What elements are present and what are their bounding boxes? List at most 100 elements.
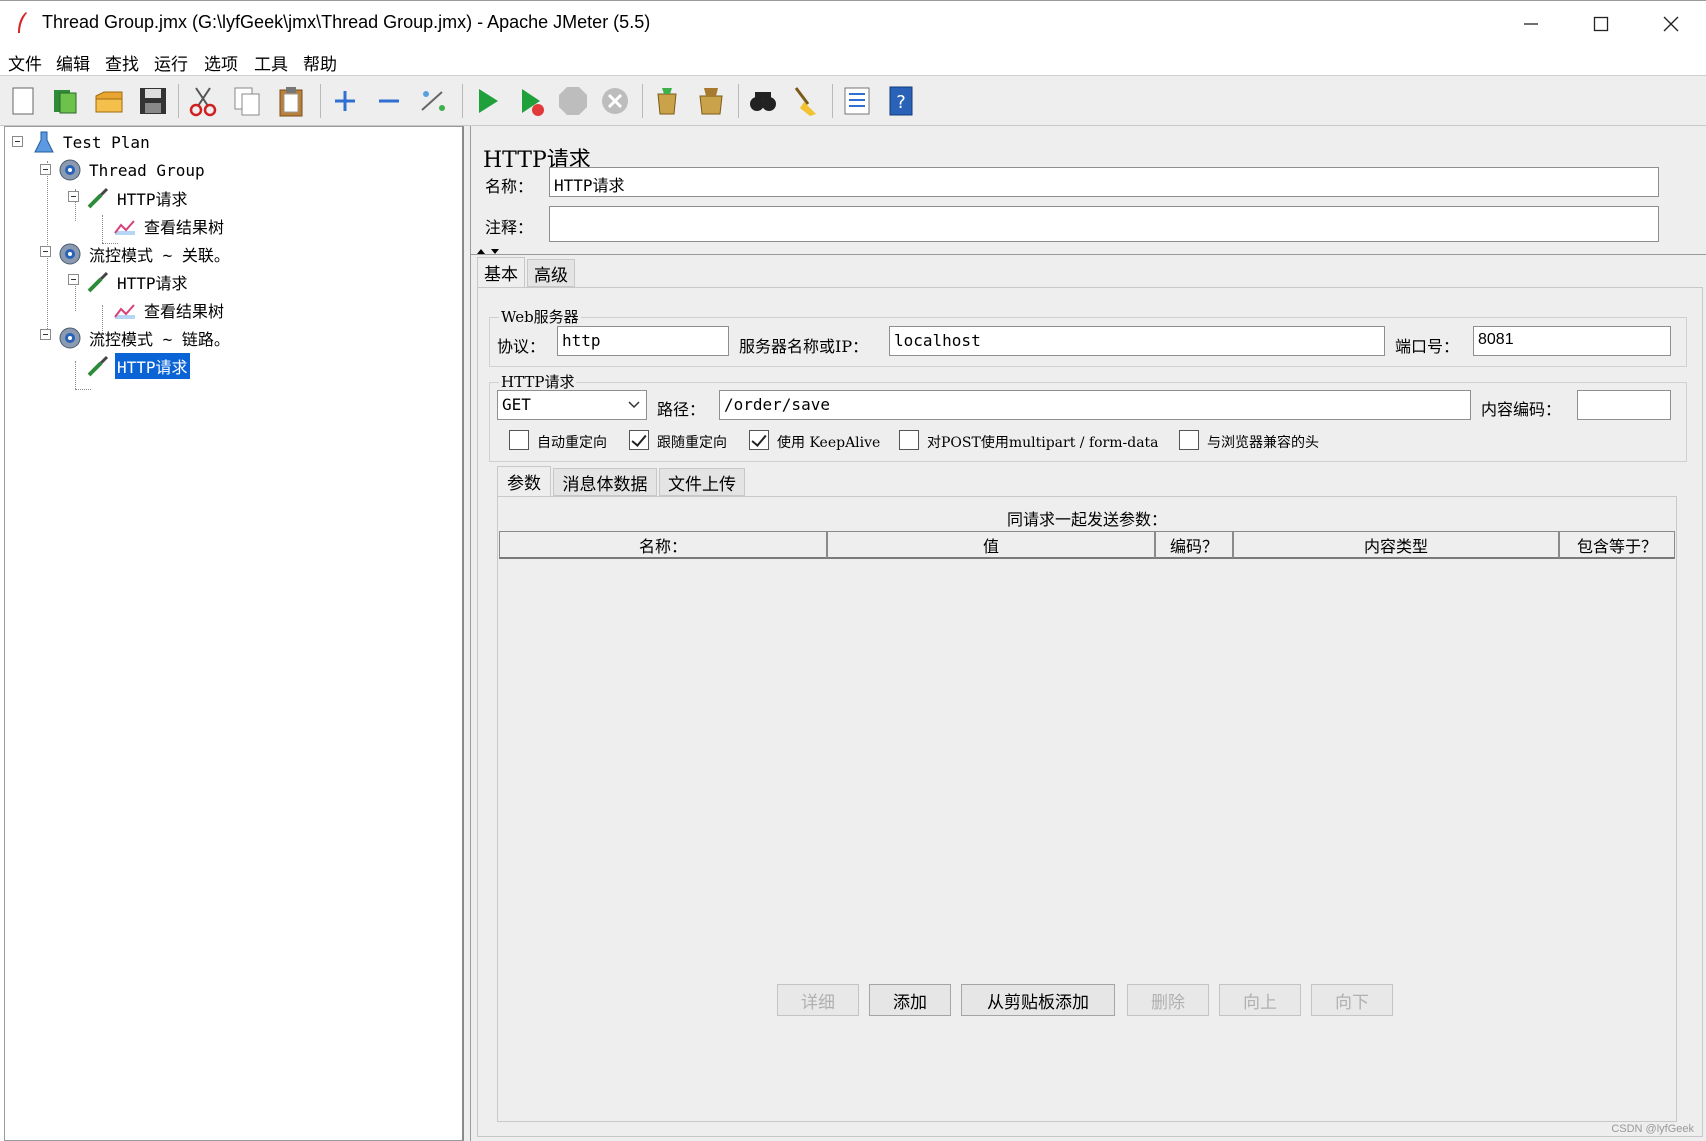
column-header-encode[interactable]: 编码？ [1155,531,1233,559]
function-helper-button[interactable] [838,82,876,120]
menu-edit[interactable]: 编辑 [56,50,90,75]
collapse-all-button[interactable] [370,82,408,120]
thread-group-gear-icon [59,159,81,181]
clear-all-button[interactable] [692,82,730,120]
add-from-clipboard-button[interactable]: 从剪贴板添加 [961,984,1115,1016]
add-button[interactable]: 添加 [869,984,951,1016]
column-header-value[interactable]: 值 [827,531,1155,559]
expand-all-button[interactable] [326,82,364,120]
column-header-content-type[interactable]: 内容类型 [1233,531,1559,559]
params-caption: 同请求一起发送参数： [1006,510,1167,529]
help-button[interactable]: ? [882,82,920,120]
server-input[interactable]: localhost [889,326,1385,356]
move-up-button[interactable]: 向上 [1219,984,1301,1016]
toggle-button[interactable] [414,82,452,120]
minimize-icon [1524,23,1538,25]
subtab-file-upload[interactable]: 文件上传 [659,468,745,496]
open-icon [95,91,123,113]
new-button[interactable] [4,82,42,120]
shutdown-icon [602,88,628,114]
server-label: 服务器名称或IP： [739,337,869,356]
expander-thread-group[interactable] [40,164,51,175]
browser-headers-checkbox[interactable] [1179,430,1199,450]
new-icon [12,87,34,115]
column-header-name[interactable]: 名称： [499,531,827,559]
reset-search-button[interactable] [786,82,824,120]
search-button[interactable] [744,82,782,120]
close-button[interactable] [1636,1,1706,47]
expander-flow-assoc[interactable] [40,246,51,257]
tree-node-test-plan[interactable]: Test Plan [31,129,152,155]
thread-group-gear-icon [59,327,81,349]
stop-button[interactable] [554,82,592,120]
tab-basic[interactable]: 基本 [477,257,525,287]
port-input[interactable]: 8081 [1473,326,1671,356]
tree-node-flow-assoc[interactable]: 流控模式 ~ 关联。 [57,241,232,267]
paste-icon [279,87,303,117]
start-button[interactable] [468,82,506,120]
watermark: CSDN @lyfGeek [1611,1123,1694,1135]
expander-test-plan[interactable] [12,136,23,147]
expander-http-2[interactable] [68,274,79,285]
tab-advanced[interactable]: 高级 [527,259,575,287]
keepalive-checkbox[interactable] [749,430,769,450]
maximize-button[interactable] [1566,1,1636,47]
comment-input[interactable] [549,206,1659,242]
start-icon [479,89,498,113]
follow-redirect-checkbox[interactable] [629,430,649,450]
http-request-panel: HTTP请求 名称： HTTP请求 注释： 基本 高级 Web服务器 协议： h… [470,126,1706,1141]
protocol-input[interactable]: http [557,326,729,356]
path-input[interactable]: /order/save [719,390,1471,420]
tree-node-thread-group[interactable]: Thread Group [57,157,207,183]
subtab-parameters[interactable]: 参数 [497,466,551,496]
clear-button[interactable] [648,82,686,120]
keepalive-label: 使用 KeepAlive [777,435,881,451]
menu-options[interactable]: 选项 [204,50,238,75]
method-select[interactable]: GET [497,390,647,420]
detail-button[interactable]: 详细 [777,984,859,1016]
browser-headers-label: 与浏览器兼容的头 [1207,435,1319,451]
start-no-pauses-button[interactable] [512,82,550,120]
http-sampler-pipette-icon [87,187,109,209]
multipart-label: 对POST使用multipart / form-data [927,435,1159,451]
templates-button[interactable] [46,82,84,120]
tree-node-flow-chain[interactable]: 流控模式 ~ 链路。 [57,325,232,351]
minimize-button[interactable] [1496,1,1566,47]
tree-node-results-tree-1[interactable]: 查看结果树 [112,213,226,239]
multipart-checkbox[interactable] [899,430,919,450]
move-down-button[interactable]: 向下 [1311,984,1393,1016]
menu-search[interactable]: 查找 [105,50,139,75]
tree-node-results-tree-2[interactable]: 查看结果树 [112,297,226,323]
http-request-legend: HTTP请求 [499,371,577,392]
tree-node-http-request-2[interactable]: HTTP请求 [85,269,190,295]
menu-tools[interactable]: 工具 [254,50,288,75]
toolbar: ? [0,76,1706,126]
menu-file[interactable]: 文件 [8,50,42,75]
save-button[interactable] [134,82,172,120]
open-button[interactable] [90,82,128,120]
method-value: GET [502,395,531,414]
menu-help[interactable]: 帮助 [303,50,337,75]
tree-node-http-request-3-selected[interactable]: HTTP请求 [85,353,190,379]
shutdown-button[interactable] [596,82,634,120]
auto-redirect-checkbox[interactable] [509,430,529,450]
column-header-include-equals[interactable]: 包含等于？ [1559,531,1675,559]
test-plan-tree[interactable]: Test Plan Thread Group HTTP请求 查看结果树 流控模式… [4,126,464,1141]
menu-run[interactable]: 运行 [154,50,188,75]
comment-label: 注释： [485,218,534,237]
templates-icon [54,90,77,114]
web-server-legend: Web服务器 [499,306,581,327]
paste-button[interactable] [272,82,310,120]
function-helper-icon [844,87,870,115]
name-input[interactable]: HTTP请求 [549,167,1659,197]
subtab-body-data[interactable]: 消息体数据 [553,468,657,496]
cut-icon [189,87,217,117]
expander-http-1[interactable] [68,191,79,202]
tree-node-http-request-1[interactable]: HTTP请求 [85,185,190,211]
cut-button[interactable] [184,82,222,120]
collapse-icon [379,99,399,103]
expander-flow-chain[interactable] [40,329,51,340]
copy-button[interactable] [228,82,266,120]
delete-button[interactable]: 删除 [1127,984,1209,1016]
encoding-input[interactable] [1577,390,1671,420]
